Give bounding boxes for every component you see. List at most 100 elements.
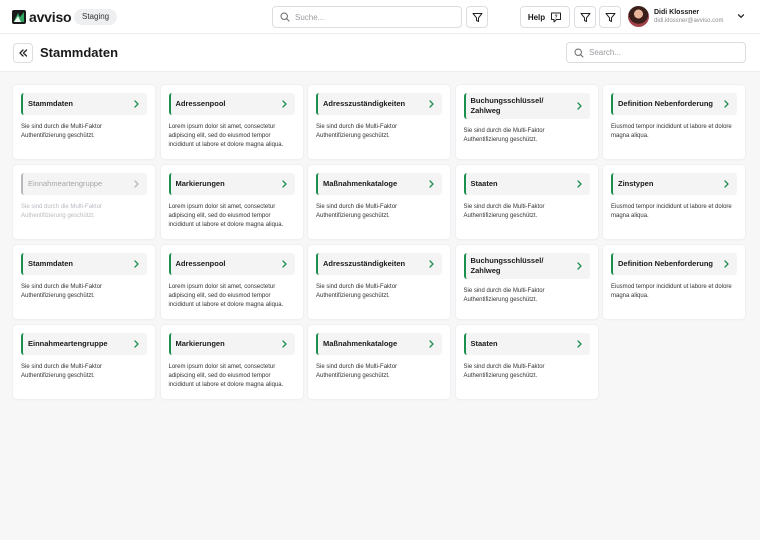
- master-data-card[interactable]: Markierungen Lorem ipsum dolor sit amet, …: [160, 165, 303, 239]
- chevron-right-icon: [134, 340, 139, 348]
- chevron-right-icon: [724, 180, 729, 188]
- master-data-card[interactable]: Adresszuständigkeiten Sie sind durch die …: [308, 245, 450, 319]
- master-data-card[interactable]: Adressenpool Lorem ipsum dolor sit amet, …: [160, 245, 303, 319]
- card-header-link[interactable]: Adressenpool: [168, 253, 295, 275]
- filter-icon: [580, 12, 590, 22]
- global-search-input[interactable]: [295, 12, 445, 22]
- user-menu[interactable]: Didi Klossner didi.klossner@avviso.com: [628, 6, 745, 27]
- user-name: Didi Klossner: [654, 9, 700, 16]
- environment-badge: Staging: [74, 9, 118, 25]
- card-description: Eiusmod tempor incididunt ut labore et d…: [611, 284, 732, 299]
- card-header-link[interactable]: Maßnahmenkataloge: [316, 173, 442, 195]
- card-title: Markierungen: [175, 339, 225, 348]
- chevron-right-icon: [134, 260, 139, 268]
- card-header-link: Einnahmeartengruppe: [21, 173, 147, 195]
- search-icon: [280, 12, 290, 22]
- card-header-link[interactable]: Definition Nebenforderung: [611, 93, 737, 115]
- card-description: Sie sind durch die Multi-Faktor Authenti…: [21, 204, 103, 219]
- master-data-card[interactable]: Buchungsschlüssel/ Zahlweg Sie sind durch…: [455, 85, 598, 159]
- card-title: Buchungsschlüssel/ Zahlweg: [470, 256, 544, 275]
- card-header-link[interactable]: Adresszuständigkeiten: [316, 93, 442, 115]
- card-description: Sie sind durch die Multi-Faktor Authenti…: [463, 128, 545, 143]
- page-search[interactable]: [566, 42, 746, 63]
- chevron-right-icon: [576, 262, 582, 270]
- card-description: Sie sind durch die Multi-Faktor Authenti…: [463, 364, 545, 379]
- chevron-right-icon: [576, 340, 582, 348]
- card-description: Eiusmod tempor incididunt ut labore et d…: [611, 124, 732, 139]
- user-info: Didi Klossner didi.klossner@avviso.com: [654, 9, 744, 24]
- global-filter-button[interactable]: [466, 6, 488, 28]
- master-data-card[interactable]: Buchungsschlüssel/ Zahlweg Sie sind durch…: [455, 245, 598, 319]
- chevron-right-icon: [724, 260, 729, 268]
- card-header-link[interactable]: Buchungsschlüssel/ Zahlweg: [463, 93, 590, 119]
- filter-button-1[interactable]: [574, 6, 596, 28]
- svg-text:?: ?: [555, 14, 558, 20]
- card-description: Sie sind durch die Multi-Faktor Authenti…: [463, 204, 545, 219]
- chevron-right-icon: [134, 180, 139, 188]
- master-data-card[interactable]: Markierungen Lorem ipsum dolor sit amet, …: [160, 325, 303, 399]
- card-title: Einnahmeartengruppe: [28, 179, 103, 188]
- user-email: didi.klossner@avviso.com: [654, 18, 724, 24]
- master-data-card[interactable]: Maßnahmenkataloge Sie sind durch die Mult…: [308, 165, 450, 239]
- card-header-link[interactable]: Stammdaten: [21, 253, 147, 275]
- card-title: Stammdaten: [28, 259, 74, 268]
- chevron-right-icon: [724, 100, 729, 108]
- master-data-card[interactable]: Adresszuständigkeiten Sie sind durch die …: [308, 85, 450, 159]
- card-title: Markierungen: [175, 179, 225, 188]
- page-header: Stammdaten: [0, 34, 760, 72]
- card-description: Sie sind durch die Multi-Faktor Authenti…: [21, 364, 103, 379]
- card-title: Staaten: [470, 339, 498, 348]
- master-data-card[interactable]: Maßnahmenkataloge Sie sind durch die Mult…: [308, 325, 450, 399]
- global-search[interactable]: [272, 6, 462, 28]
- chevron-right-icon: [281, 180, 287, 188]
- card-header-link[interactable]: Markierungen: [168, 333, 295, 355]
- card-title: Staaten: [470, 179, 498, 188]
- card-title: Definition Nebenforderung: [618, 99, 713, 108]
- card-description: Lorem ipsum dolor sit amet, consectetur …: [168, 284, 284, 308]
- card-description: Sie sind durch die Multi-Faktor Authenti…: [21, 124, 103, 139]
- filter-button-2[interactable]: [599, 6, 621, 28]
- card-header-link[interactable]: Stammdaten: [21, 93, 147, 115]
- master-data-card[interactable]: Adressenpool Lorem ipsum dolor sit amet, …: [160, 85, 303, 159]
- card-title: Adresszuständigkeiten: [323, 99, 406, 108]
- help-button[interactable]: Help ?: [520, 6, 570, 28]
- collapse-back-button[interactable]: [13, 43, 33, 63]
- avviso-logo[interactable]: avviso: [12, 9, 72, 25]
- card-header-link[interactable]: Adressenpool: [168, 93, 295, 115]
- chevron-right-icon: [429, 260, 434, 268]
- card-header-link[interactable]: Zinstypen: [611, 173, 737, 195]
- card-title: Adresszuständigkeiten: [323, 259, 406, 268]
- chevron-right-icon: [429, 100, 434, 108]
- page-search-input[interactable]: [589, 48, 739, 57]
- avatar: [628, 6, 649, 27]
- help-label: Help: [527, 12, 546, 22]
- card-title: Maßnahmenkataloge: [323, 339, 398, 348]
- card-title: Einnahmeartengruppe: [28, 339, 108, 348]
- chevron-down-icon[interactable]: [737, 12, 745, 20]
- master-data-grid: Stammdaten Sie sind durch die Multi-Fakto…: [13, 85, 745, 399]
- card-description: Sie sind durch die Multi-Faktor Authenti…: [463, 288, 545, 303]
- card-header-link[interactable]: Buchungsschlüssel/ Zahlweg: [463, 253, 590, 279]
- card-description: Sie sind durch die Multi-Faktor Authenti…: [316, 284, 398, 299]
- card-title: Buchungsschlüssel/ Zahlweg: [470, 96, 544, 115]
- master-data-card[interactable]: Einnahmeartengruppe Sie sind durch die Mu…: [13, 325, 155, 399]
- card-header-link[interactable]: Staaten: [463, 333, 590, 355]
- master-data-card[interactable]: Definition Nebenforderung Eiusmod tempor …: [603, 245, 745, 319]
- card-header-link[interactable]: Einnahmeartengruppe: [21, 333, 147, 355]
- master-data-card[interactable]: Stammdaten Sie sind durch die Multi-Fakto…: [13, 85, 155, 159]
- chevron-right-icon: [429, 180, 434, 188]
- master-data-card[interactable]: Stammdaten Sie sind durch die Multi-Fakto…: [13, 245, 155, 319]
- card-header-link[interactable]: Markierungen: [168, 173, 295, 195]
- master-data-card[interactable]: Definition Nebenforderung Eiusmod tempor …: [603, 85, 745, 159]
- card-description: Lorem ipsum dolor sit amet, consectetur …: [168, 204, 284, 228]
- card-description: Sie sind durch die Multi-Faktor Authenti…: [21, 284, 103, 299]
- card-header-link[interactable]: Definition Nebenforderung: [611, 253, 737, 275]
- card-header-link[interactable]: Adresszuständigkeiten: [316, 253, 442, 275]
- master-data-card[interactable]: Staaten Sie sind durch die Multi-Faktor A…: [455, 165, 598, 239]
- card-header-link[interactable]: Staaten: [463, 173, 590, 195]
- master-data-card[interactable]: Staaten Sie sind durch die Multi-Faktor A…: [455, 325, 598, 399]
- card-header-link[interactable]: Maßnahmenkataloge: [316, 333, 442, 355]
- master-data-card[interactable]: Zinstypen Eiusmod tempor incididunt ut la…: [603, 165, 745, 239]
- chevron-right-icon: [281, 260, 287, 268]
- card-description: Sie sind durch die Multi-Faktor Authenti…: [316, 364, 398, 379]
